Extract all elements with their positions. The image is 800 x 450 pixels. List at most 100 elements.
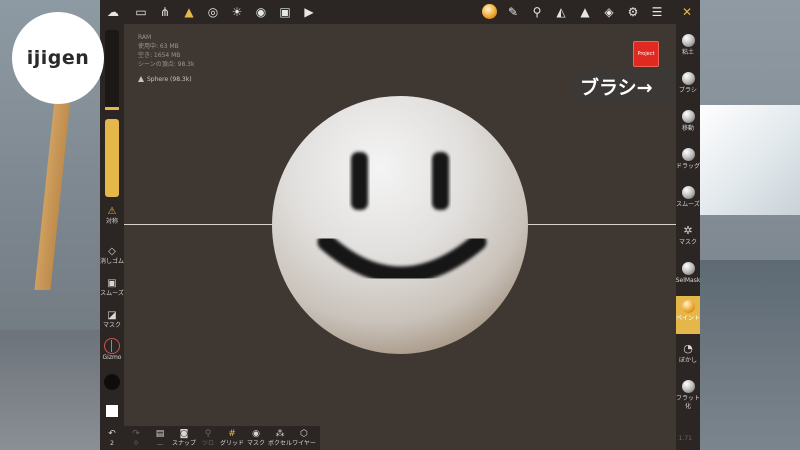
- warning-icon: ⚠: [107, 206, 117, 217]
- tool-brush[interactable]: ブラシ: [676, 72, 700, 95]
- bottom-toolbar: ↶ 2 ↷ 0 ▤ … ◙ スナップ ⚲ ツロ # グリッド ◉ マスク ⁂ ボ: [100, 426, 320, 450]
- sliders-icon[interactable]: ☰: [648, 3, 666, 21]
- gizmo-label: Gizmo: [102, 354, 122, 361]
- symmetry-icon[interactable]: ◭: [552, 3, 570, 21]
- search-icon: ⚲: [204, 429, 212, 439]
- intensity-slider[interactable]: [105, 119, 119, 197]
- ram-free: 空き: 1654 MB: [138, 52, 181, 59]
- tool-smooth[interactable]: スムーズ: [676, 186, 700, 209]
- globe-icon[interactable]: ◎: [204, 3, 222, 21]
- radius-slider[interactable]: [105, 30, 119, 110]
- light-icon[interactable]: ☀: [228, 3, 246, 21]
- clay-icon: [681, 34, 695, 47]
- version-label: 1.71: [678, 435, 692, 442]
- mask-label: マスク: [102, 322, 121, 329]
- image-icon[interactable]: ▣: [276, 3, 294, 21]
- folder-icon[interactable]: ▭: [132, 3, 150, 21]
- ram-used: 使用中: 63 MB: [138, 43, 179, 50]
- smooth-ball-icon: [681, 186, 695, 199]
- tool-label: 移動: [681, 125, 694, 132]
- undo-icon: ↶: [108, 429, 116, 439]
- mesh-icon[interactable]: ▲: [180, 3, 198, 21]
- color-swatch-black[interactable]: [104, 374, 120, 390]
- material-preview-icon[interactable]: [482, 4, 497, 19]
- gizmo-button[interactable]: Gizmo: [100, 338, 124, 362]
- voxel-icon: ⁂: [275, 429, 285, 439]
- tool-label: スムーズ: [676, 201, 700, 208]
- dropper-icon[interactable]: ⚲: [528, 3, 546, 21]
- background-right: [700, 0, 800, 450]
- tool-blur[interactable]: ◔ ぼかし: [676, 342, 700, 365]
- object-item[interactable]: Sphere (98.3k): [138, 76, 192, 83]
- mask-button[interactable]: ◪ マスク: [100, 310, 124, 330]
- symmetry-button[interactable]: ⚠ 対称: [100, 206, 124, 226]
- tool-mask[interactable]: ✲ マスク: [676, 224, 700, 247]
- eraser-icon: ◇: [108, 246, 116, 257]
- blur-icon: ◔: [683, 342, 693, 355]
- right-toolbar: 粘土 ブラシ 移動 ドラッグ スムーズ ✲ マスク SelMask ペイント ◔…: [676, 24, 700, 450]
- eraser-button[interactable]: ◇ 消しゴム: [100, 246, 124, 266]
- sphere-mesh[interactable]: [272, 96, 528, 354]
- tool-selmask[interactable]: SelMask: [676, 262, 700, 285]
- smiley-sphere: [272, 96, 528, 354]
- project-button[interactable]: Project: [633, 41, 659, 67]
- material-icon[interactable]: ◉: [252, 3, 270, 21]
- triangle-icon[interactable]: ▲: [576, 3, 594, 21]
- logo-text: ijigen: [26, 47, 90, 69]
- brush-icon: [681, 72, 695, 85]
- tools-icon[interactable]: ✕: [678, 3, 696, 21]
- scene-graph-icon[interactable]: ⋔: [156, 3, 174, 21]
- wireframe-icon: ⬡: [300, 429, 308, 439]
- app-icon[interactable]: ☁: [104, 3, 122, 21]
- memory-stats: RAM 使用中: 63 MB 空き: 1654 MB シーンの頂点: 98.3k: [138, 33, 194, 69]
- radius-slider-level: [105, 107, 119, 110]
- wireframe-button[interactable]: ⬡ ワイヤー: [292, 429, 316, 448]
- tool-drag[interactable]: ドラッグ: [676, 148, 700, 171]
- smooth-icon: ▣: [107, 278, 117, 289]
- tool-label: ペイント: [675, 315, 700, 322]
- tool-clay[interactable]: 粘土: [676, 34, 700, 57]
- mask-tool-icon: ✲: [683, 224, 693, 237]
- smooth-label: スムーズ: [100, 290, 124, 297]
- redo-icon: ↷: [132, 429, 140, 439]
- brush-callout: ブラシ→: [572, 67, 676, 107]
- video-icon[interactable]: ▶: [300, 3, 318, 21]
- bottom-label: ワイヤー: [292, 440, 316, 447]
- tool-move[interactable]: 移動: [676, 110, 700, 133]
- tool-label: フラット化: [676, 395, 701, 410]
- tool-label: SelMask: [675, 277, 701, 284]
- color-swatch-white[interactable]: [106, 405, 118, 417]
- tool-flatten[interactable]: フラット化: [676, 380, 700, 411]
- smooth-button[interactable]: ▣ スムーズ: [100, 278, 124, 298]
- mesh-triangle-icon: [138, 76, 144, 82]
- mask-icon: ◪: [107, 310, 117, 321]
- drag-icon: [681, 148, 695, 161]
- tool-label: ぼかし: [678, 357, 697, 364]
- object-name: Sphere (98.3k): [147, 76, 192, 83]
- move-icon: [681, 110, 695, 123]
- channel-logo: ijigen: [12, 12, 104, 104]
- eye-off-icon: ◉: [252, 429, 260, 439]
- ram-label: RAM: [138, 34, 152, 41]
- eraser-label: 消しゴム: [99, 258, 124, 265]
- paint-icon: [681, 300, 695, 313]
- layers-icon[interactable]: ◈: [600, 3, 618, 21]
- left-toolbar: ⚠ 対称 ◇ 消しゴム ▣ スムーズ ◪ マスク Gizmo: [100, 24, 124, 450]
- scene-vertices: シーンの頂点: 98.3k: [138, 61, 195, 68]
- background-floor: [0, 330, 100, 450]
- tool-label: 粘土: [681, 49, 694, 56]
- history-icon: ▤: [155, 429, 165, 439]
- background-floor-right: [700, 260, 800, 450]
- paint-brush-icon[interactable]: ✎: [504, 3, 522, 21]
- tool-label: ドラッグ: [675, 163, 700, 170]
- settings-icon[interactable]: ⚙: [624, 3, 642, 21]
- selmask-icon: [681, 262, 695, 275]
- camera-icon: ◙: [179, 429, 189, 439]
- gizmo-icon: [104, 338, 120, 354]
- symmetry-label: 対称: [105, 218, 118, 225]
- left-eye: [351, 152, 368, 210]
- flatten-icon: [681, 380, 695, 393]
- right-eye: [432, 152, 449, 210]
- top-toolbar: ☁ ▭ ⋔ ▲ ◎ ☀ ◉ ▣ ▶ ✎ ⚲ ◭ ▲ ◈ ⚙ ☰ ✕: [100, 0, 700, 24]
- tool-paint[interactable]: ペイント: [676, 296, 700, 334]
